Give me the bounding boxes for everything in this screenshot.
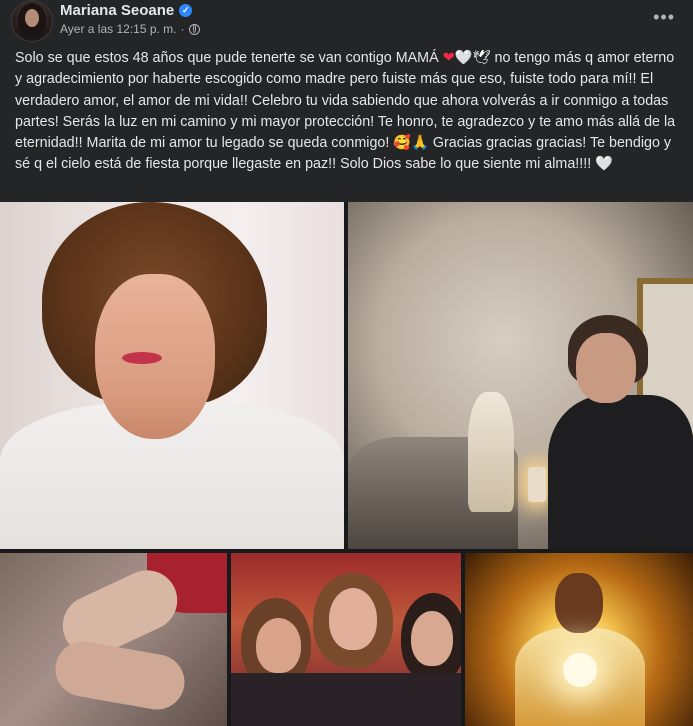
person-face	[256, 618, 301, 673]
hand	[51, 637, 189, 714]
holding-hands-photo[interactable]	[0, 553, 227, 726]
white-heart-emoji: 🤍	[595, 156, 613, 173]
virgin-statue	[468, 392, 514, 512]
figure-head	[555, 573, 603, 633]
post-header: Mariana Seoane ✓ Ayer a las 12:15 p. m. …	[0, 0, 693, 44]
verified-badge-icon: ✓	[179, 4, 193, 17]
vigil-photo[interactable]	[348, 202, 693, 549]
globe-icon[interactable]	[188, 23, 200, 35]
post-meta: Ayer a las 12:15 p. m. ·	[60, 22, 200, 36]
person-face	[329, 588, 377, 650]
avatar-face	[25, 9, 39, 27]
photo-lips	[122, 352, 162, 364]
group-bodies	[231, 673, 461, 726]
more-options-button[interactable]: •••	[653, 8, 675, 26]
dove-emoji: 🕊	[472, 50, 491, 66]
meta-separator: ·	[180, 22, 185, 36]
text-segment: Solo se que estos 48 años que pude tener…	[15, 50, 443, 66]
post-text: Solo se que estos 48 años que pude tener…	[15, 48, 681, 176]
family-photo[interactable]	[231, 553, 461, 726]
author-name[interactable]: Mariana Seoane	[60, 2, 174, 19]
white-heart-emoji: 🤍	[454, 50, 473, 66]
portrait-photo[interactable]	[0, 202, 344, 549]
author-avatar[interactable]	[11, 0, 53, 42]
post-timestamp[interactable]: Ayer a las 12:15 p. m.	[60, 22, 177, 36]
smiling-hearts-praying-emoji: 🥰🙏	[393, 135, 429, 152]
author-row: Mariana Seoane ✓	[60, 2, 193, 19]
grieving-woman	[548, 315, 693, 549]
photo-grid	[0, 202, 693, 726]
woman-face	[576, 333, 636, 403]
light-glow	[563, 653, 597, 687]
candle	[528, 467, 546, 502]
red-heart-emoji: ❤	[442, 50, 455, 66]
person-face	[411, 611, 453, 666]
woman-body	[548, 395, 693, 549]
jesus-light-photo[interactable]	[465, 553, 693, 726]
